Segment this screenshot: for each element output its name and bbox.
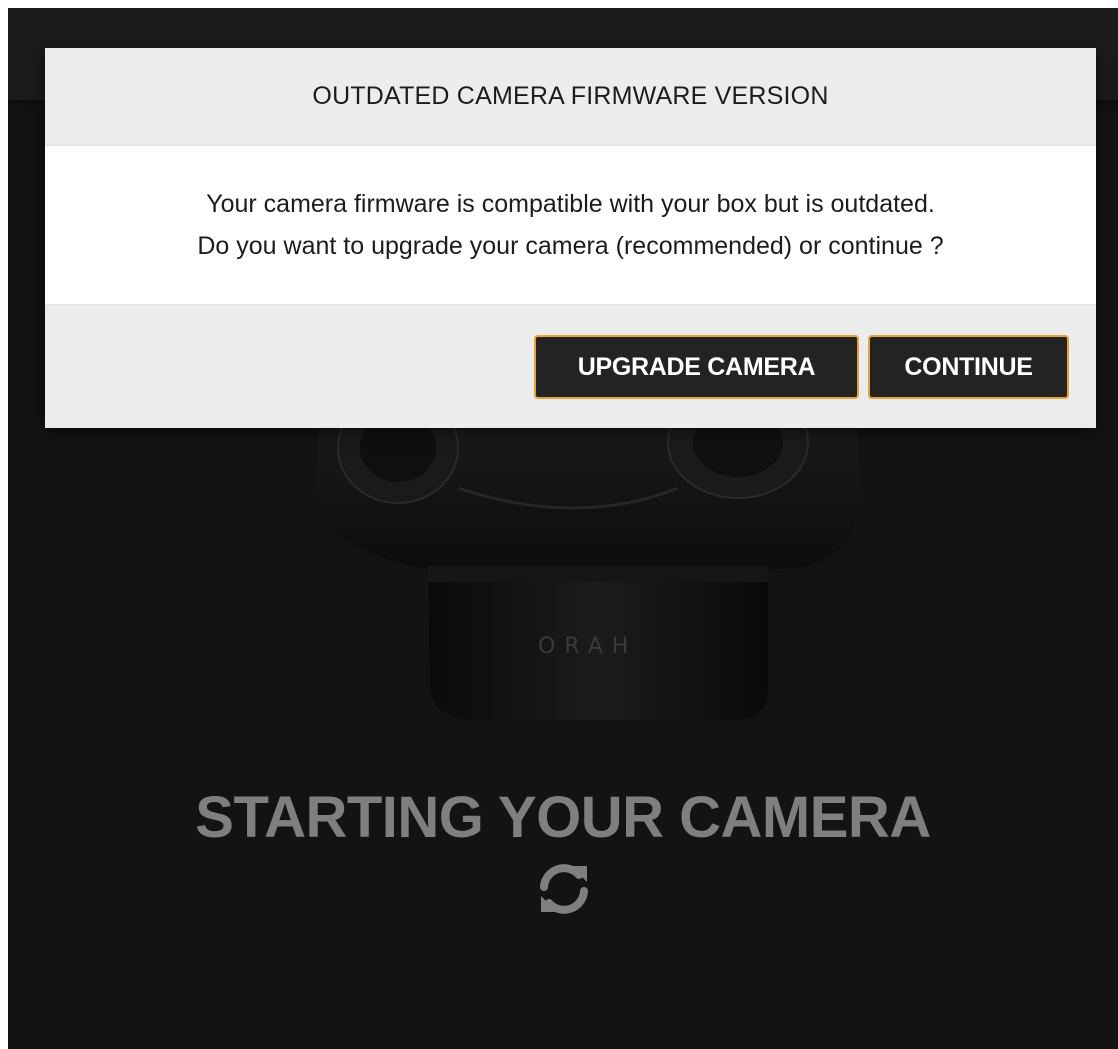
starting-camera-title: STARTING YOUR CAMERA (195, 785, 931, 850)
dialog-title: OUTDATED CAMERA FIRMWARE VERSION (312, 82, 829, 110)
refresh-icon (540, 864, 588, 914)
app-window: ORAH STARTING YOUR CAMERA OUTDATED CAMER… (8, 8, 1118, 1049)
dialog-message-line-2: Do you want to upgrade your camera (reco… (197, 232, 944, 260)
firmware-dialog: OUTDATED CAMERA FIRMWARE VERSION Your ca… (45, 48, 1096, 428)
camera-brand-label: ORAH (538, 634, 637, 659)
dialog-header: OUTDATED CAMERA FIRMWARE VERSION (45, 48, 1096, 146)
dialog-body: Your camera firmware is compatible with … (45, 146, 1096, 304)
continue-button[interactable]: CONTINUE (868, 335, 1069, 399)
upgrade-camera-button[interactable]: UPGRADE CAMERA (534, 335, 859, 399)
dialog-footer: UPGRADE CAMERA CONTINUE (45, 304, 1096, 428)
dialog-message-line-1: Your camera firmware is compatible with … (206, 190, 935, 218)
